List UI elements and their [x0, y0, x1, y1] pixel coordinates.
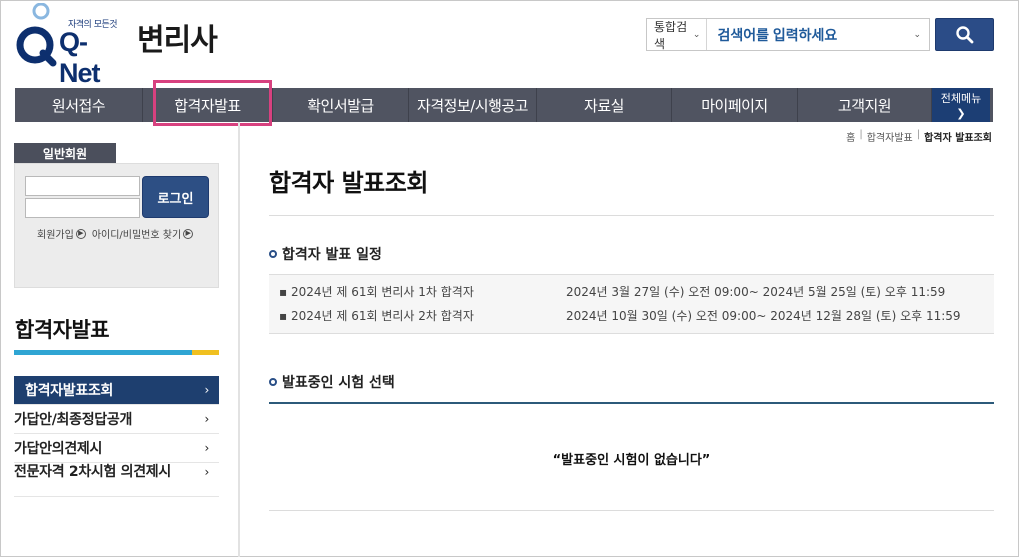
select-title-text: 발표중인 시험 선택 [282, 375, 395, 391]
sidebar-item-second-exam-opinion[interactable]: 전문자격 2차시험 의견제시 › [14, 463, 219, 497]
schedule-title-text: 합격자 발표 일정 [282, 247, 382, 263]
search-icon [955, 25, 973, 43]
sidebar-title-bar [14, 350, 219, 355]
sidebar-item-results-lookup[interactable]: 합격자발표조회 › [14, 376, 219, 405]
nav-item-resources[interactable]: 자료실 [537, 88, 672, 122]
sidebar-item-answer-opinion[interactable]: 가답안의견제시 › [14, 434, 219, 463]
nav-item-qualification-info[interactable]: 자격정보/시행공고 [409, 88, 537, 122]
schedule-name: ▪ 2024년 제 61회 변리사 1차 합격자 [279, 284, 474, 299]
bar-yellow [192, 350, 219, 355]
qnet-logo[interactable]: 자격의 모든것 Q-Net [13, 2, 123, 88]
sidebar-item-label: 가답안의견제시 [14, 441, 103, 457]
search-category-label: 통합검색 [654, 19, 688, 51]
join-link-label: 회원가입 [37, 230, 74, 241]
sidebar-menu: 합격자발표조회 › 가답안/최종정답공개 › 가답안의견제시 › 전문자격 2차… [14, 376, 219, 497]
divider [269, 402, 994, 404]
nav-item-results[interactable]: 합격자발표 [143, 88, 273, 122]
schedule-name-text: 2024년 제 61회 변리사 1차 합격자 [290, 284, 474, 299]
page-title: 합격자 발표조회 [269, 169, 428, 197]
breadcrumb-current: 합격자 발표조회 [924, 133, 992, 144]
all-menu-label: 전체메뉴 [940, 92, 982, 105]
chevron-right-icon: › [204, 465, 210, 479]
search-button[interactable] [935, 18, 994, 51]
chevron-down-icon: ⌄ [692, 29, 701, 40]
breadcrumb-separator: | [859, 129, 863, 140]
login-password-input[interactable] [25, 198, 140, 218]
divider [269, 215, 994, 216]
logo-text: Q-Net [59, 27, 101, 88]
search-category-select[interactable]: 통합검색 ⌄ [647, 19, 708, 51]
member-tab[interactable]: 일반회원 [14, 143, 116, 163]
chevron-right-icon: › [204, 441, 210, 455]
breadcrumb-level1[interactable]: 합격자발표 [867, 129, 913, 144]
login-box: 로그인 회원가입 ▶ 아이디/비밀번호 찾기 ▶ [14, 163, 219, 288]
sidebar-item-label: 합격자발표조회 [25, 383, 114, 399]
login-button[interactable]: 로그인 [142, 176, 209, 218]
sidebar-item-answers[interactable]: 가답안/최종정답공개 › [14, 405, 219, 434]
circle-arrow-icon: ▶ [75, 228, 86, 239]
schedule-section-title: 합격자 발표 일정 [269, 244, 382, 264]
join-link[interactable]: 회원가입 ▶ [37, 226, 86, 241]
global-nav: 원서접수 합격자발표 확인서발급 자격정보/시행공고 자료실 마이페이지 고객지… [15, 88, 993, 122]
find-account-label: 아이디/비밀번호 찾기 [91, 230, 182, 241]
circle-arrow-icon: ▶ [183, 228, 194, 239]
chevron-right-icon: › [204, 383, 210, 397]
login-links: 회원가입 ▶ 아이디/비밀번호 찾기 ▶ [37, 226, 194, 241]
schedule-period: 2024년 10월 30일 (수) 오전 09:00~ 2024년 12월 28… [566, 308, 961, 323]
sidebar-title: 합격자발표 [15, 318, 110, 342]
site-title: 변리사 [137, 23, 218, 58]
login-id-input[interactable] [25, 176, 140, 196]
sidebar-item-label: 가답안/최종정답공개 [14, 412, 133, 428]
sidebar-item-label: 전문자격 2차시험 의견제시 [14, 464, 171, 480]
search-box: 통합검색 ⌄ ⌄ [646, 18, 930, 51]
schedule-name: ▪ 2024년 제 61회 변리사 2차 합격자 [279, 308, 474, 323]
select-section-title: 발표중인 시험 선택 [269, 372, 395, 392]
all-menu-button[interactable]: 전체메뉴 ❯ [932, 88, 990, 122]
chevron-down-icon: ⌄ [913, 29, 921, 40]
empty-message: “발표중인 시험이 없습니다” [552, 453, 711, 468]
bullet-circle-icon [269, 378, 277, 386]
schedule-period: 2024년 3월 27일 (수) 오전 09:00~ 2024년 5월 25일 … [566, 284, 946, 299]
divider [269, 510, 994, 511]
breadcrumb: 홈 | 합격자발표 | 합격자 발표조회 [846, 129, 992, 144]
chevron-right-icon: › [204, 412, 210, 426]
breadcrumb-separator: | [916, 129, 921, 140]
nav-item-support[interactable]: 고객지원 [798, 88, 932, 122]
schedule-table: ▪ 2024년 제 61회 변리사 1차 합격자 2024년 3월 27일 (수… [269, 274, 994, 334]
search-input[interactable] [707, 19, 914, 50]
breadcrumb-home[interactable]: 홈 [846, 129, 855, 144]
bar-blue [14, 350, 192, 355]
nav-item-certificate[interactable]: 확인서발급 [273, 88, 409, 122]
schedule-name-text: 2024년 제 61회 변리사 2차 합격자 [290, 308, 474, 323]
nav-item-application[interactable]: 원서접수 [15, 88, 143, 122]
nav-item-mypage[interactable]: 마이페이지 [672, 88, 798, 122]
bullet-circle-icon [269, 250, 277, 258]
table-row: ▪ 2024년 제 61회 변리사 1차 합격자 2024년 3월 27일 (수… [269, 279, 994, 303]
find-account-link[interactable]: 아이디/비밀번호 찾기 ▶ [91, 226, 194, 241]
left-sidebar: 일반회원 로그인 회원가입 ▶ 아이디/비밀번호 찾기 ▶ 합격자발표 합격자발표조… [1, 122, 240, 557]
table-row: ▪ 2024년 제 61회 변리사 2차 합격자 2024년 10월 30일 (… [269, 303, 994, 327]
chevron-down-icon: ❯ [956, 107, 966, 120]
